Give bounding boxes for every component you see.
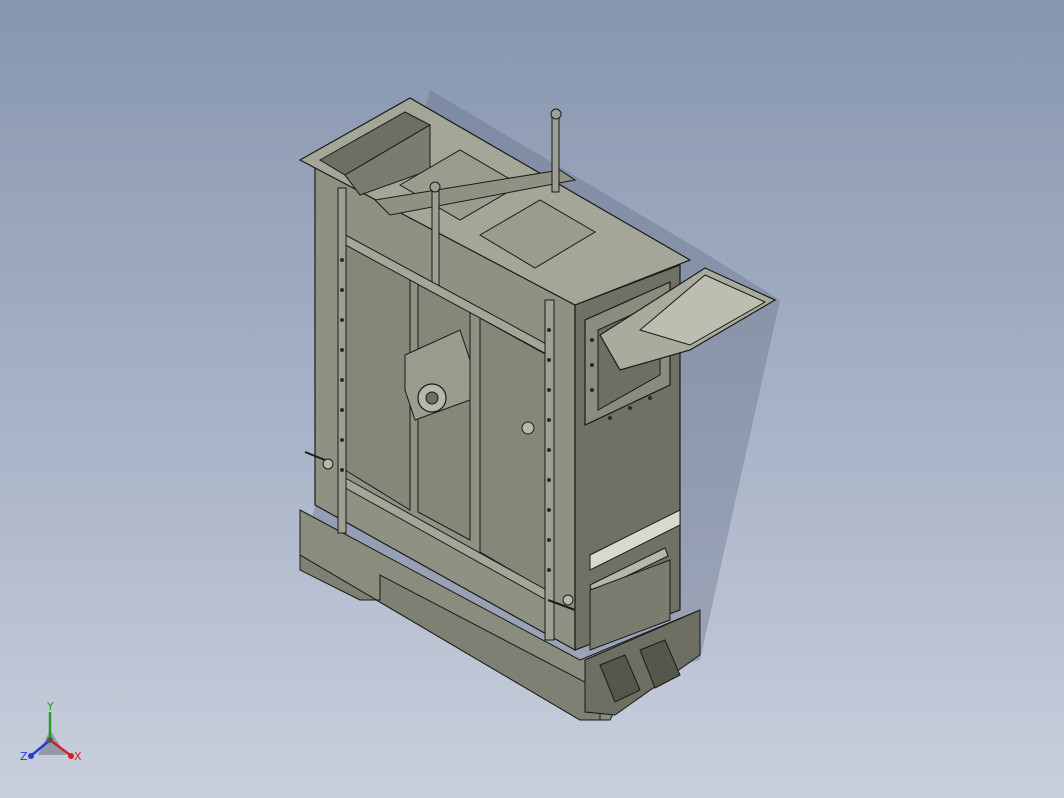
z-axis-label: Z <box>20 750 28 763</box>
rod-cap-right <box>550 108 562 120</box>
door-panel-left <box>344 239 411 511</box>
triad-origin <box>47 737 53 743</box>
frame-post-left <box>337 187 347 534</box>
gear-hub <box>425 391 439 405</box>
y-axis-label: Y <box>46 700 54 713</box>
rod-cap-left <box>429 181 441 193</box>
frame-post-right <box>544 299 555 641</box>
x-axis-label: X <box>74 750 82 763</box>
orientation-triad: Y X Z <box>20 700 82 763</box>
lever-right-knob <box>562 594 574 606</box>
lift-rod-right <box>551 111 560 193</box>
door-panel-right <box>479 317 546 591</box>
cad-viewport[interactable]: Y X Z <box>0 0 1064 798</box>
lever-left-knob <box>322 458 334 470</box>
machine-3d-model[interactable] <box>0 0 1064 798</box>
door-handle <box>521 421 535 435</box>
z-axis-end <box>28 753 34 759</box>
